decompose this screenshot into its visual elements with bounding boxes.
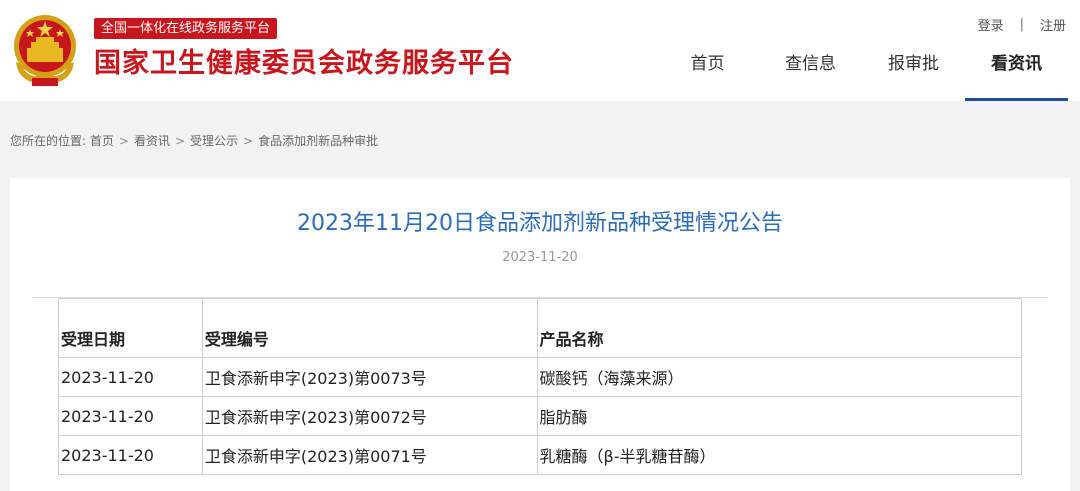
cell-product-name: 脂肪酶 [536, 396, 1023, 436]
cell-product-name: 碳酸钙（海藻来源） [536, 357, 1023, 397]
cell-accept-number: 卫食添新申字(2023)第0071号 [201, 435, 538, 475]
header-accept-number: 受理编号 [201, 298, 538, 358]
breadcrumb-separator: > [243, 134, 254, 148]
breadcrumb-prefix: 您所在的位置: [10, 134, 87, 148]
nav-news[interactable]: 看资讯 [965, 46, 1068, 101]
table-row: 2023-11-20 卫食添新申字(2023)第0072号 脂肪酶 [58, 396, 1023, 436]
article-date: 2023-11-20 [502, 250, 578, 265]
cell-accept-number: 卫食添新申字(2023)第0073号 [201, 357, 538, 397]
breadcrumb-food-additive-approval[interactable]: 食品添加剂新品种审批 [258, 134, 378, 148]
cell-accept-date: 2023-11-20 [58, 357, 203, 397]
cell-product-name: 乳糖酶（β-半乳糖苷酶） [536, 435, 1023, 475]
nav-query-info[interactable]: 查信息 [759, 46, 862, 101]
cell-accept-date: 2023-11-20 [58, 396, 203, 436]
site-title[interactable]: 国家卫生健康委员会政务服务平台 [94, 46, 514, 82]
nav-home[interactable]: 首页 [656, 46, 759, 101]
login-link[interactable]: 登录 [978, 15, 1004, 34]
article-panel: 2023年11月20日食品添加剂新品种受理情况公告 2023-11-20 受理日… [10, 178, 1070, 491]
breadcrumb-separator: > [174, 134, 186, 148]
header-accept-date: 受理日期 [58, 298, 203, 358]
acceptance-table: 受理日期 受理编号 产品名称 2023-11-20 卫食添新申字(2023)第0… [58, 298, 1023, 475]
cell-accept-date: 2023-11-20 [58, 435, 203, 475]
table-row: 2023-11-20 卫食添新申字(2023)第0073号 碳酸钙（海藻来源） [58, 357, 1023, 397]
breadcrumb-acceptance-notice[interactable]: 受理公示 [190, 134, 238, 148]
breadcrumb: 您所在的位置: 首页 > 看资讯 > 受理公示 > 食品添加剂新品种审批 [10, 132, 378, 149]
site-header: 全国一体化在线政务服务平台 国家卫生健康委员会政务服务平台 登录 | 注册 首页… [0, 0, 1080, 101]
table-header-row: 受理日期 受理编号 产品名称 [58, 298, 1023, 358]
cell-accept-number: 卫食添新申字(2023)第0072号 [201, 396, 538, 436]
breadcrumb-news[interactable]: 看资讯 [134, 134, 170, 148]
nav-submit-approval[interactable]: 报审批 [862, 46, 965, 101]
main-nav: 首页 查信息 报审批 看资讯 [656, 46, 1068, 101]
national-emblem-icon[interactable] [10, 12, 80, 88]
article-title: 2023年11月20日食品添加剂新品种受理情况公告 [297, 211, 783, 236]
table-row: 2023-11-20 卫食添新申字(2023)第0071号 乳糖酶（β-半乳糖苷… [58, 435, 1023, 475]
auth-separator: | [1019, 17, 1024, 32]
auth-links: 登录 | 注册 [978, 15, 1066, 34]
breadcrumb-home[interactable]: 首页 [90, 134, 114, 148]
register-link[interactable]: 注册 [1040, 15, 1066, 34]
header-product-name: 产品名称 [536, 298, 1023, 358]
platform-tagline: 全国一体化在线政务服务平台 [94, 18, 278, 39]
breadcrumb-separator: > [118, 134, 129, 148]
